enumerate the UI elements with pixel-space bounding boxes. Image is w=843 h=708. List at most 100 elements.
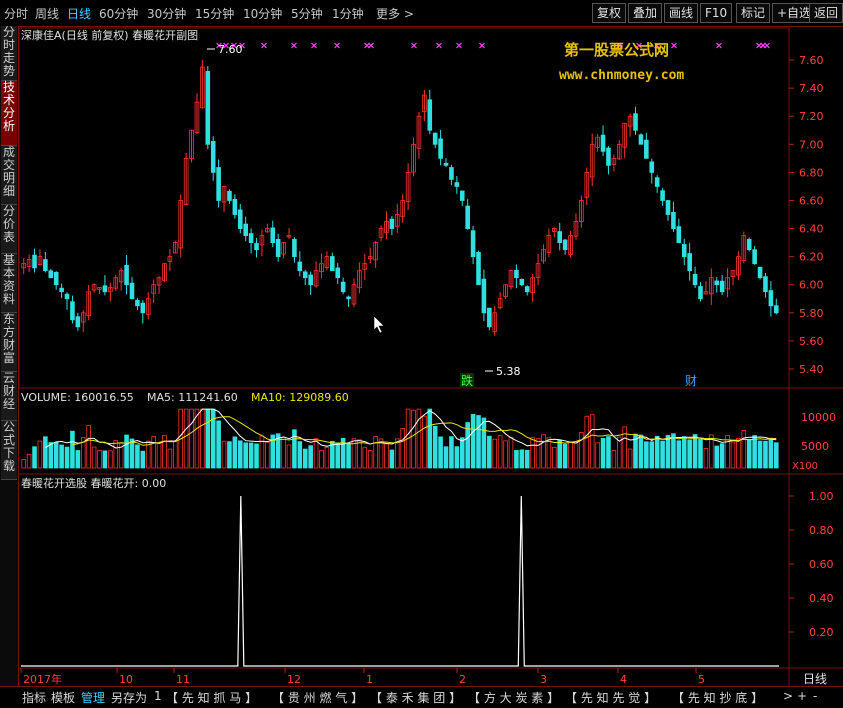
volume-bar	[530, 437, 535, 469]
tab-30min[interactable]: 30分钟	[147, 5, 186, 22]
candle-body	[763, 276, 768, 293]
price-tick-label: 5.60	[799, 335, 824, 348]
volume-bar	[367, 450, 373, 469]
candle-body	[665, 200, 671, 215]
candle-body	[205, 71, 211, 145]
tab-10min[interactable]: 10分钟	[243, 5, 282, 22]
tab-5min[interactable]: 5分钟	[291, 5, 323, 22]
tab-1min[interactable]: 1分钟	[332, 5, 364, 22]
volume-bar	[308, 445, 313, 469]
volume-bar	[227, 441, 232, 469]
sidebar-item-cloud-finance[interactable]: 云财经	[1, 372, 17, 421]
tab-15min[interactable]: 15分钟	[195, 5, 234, 22]
volume-bar	[481, 417, 487, 469]
scroll-right-button[interactable]: >	[783, 689, 793, 703]
volume-bar	[362, 447, 368, 469]
sidebar-item-timeshare[interactable]: 分时走势	[1, 26, 17, 81]
zoom-in-button[interactable]: +	[797, 689, 807, 703]
manage-button[interactable]: 管理	[81, 689, 105, 706]
formula-tab-6[interactable]: 【 先 知 抄 底 】	[672, 689, 763, 706]
ma10-label: MA10: 129089.60	[251, 391, 349, 404]
candle-body	[432, 132, 438, 145]
volume-bar	[568, 441, 573, 469]
volume-bar	[183, 408, 189, 469]
sidebar-item-technical[interactable]: 技术分析	[1, 81, 17, 146]
tab-more[interactable]: 更多 >	[376, 5, 414, 22]
price-tick-label: 6.60	[799, 194, 824, 207]
volume-bar	[205, 408, 211, 469]
volume-bar	[573, 441, 579, 469]
indicator-button[interactable]: 指标	[22, 689, 46, 706]
candle-body	[638, 134, 644, 145]
volume-bar	[189, 408, 194, 469]
volume-bar	[535, 438, 541, 469]
tab-timeshare[interactable]: 分时	[4, 5, 28, 22]
volume-bar	[454, 446, 460, 469]
candle-body	[232, 198, 238, 215]
time-tick-label: 10	[119, 673, 133, 686]
candle-body	[102, 285, 108, 293]
tab-60min[interactable]: 60分钟	[99, 5, 138, 22]
candle-body	[43, 259, 48, 272]
volume-label: VOLUME: 160016.55	[21, 391, 134, 404]
formula-tab-2[interactable]: 【 贵 州 燃 气 】	[272, 689, 363, 706]
volume-bar	[162, 434, 167, 469]
formula-tab-3[interactable]: 【 泰 禾 集 团 】	[370, 689, 461, 706]
candle-body	[70, 301, 75, 321]
candle-body	[714, 280, 720, 286]
chart-canvas[interactable]: 7.60 7.40 7.20 7.00 6.80 6.60 6.40 6.20 6.00 5.80…	[19, 27, 843, 689]
volume-bar	[476, 415, 481, 469]
candle-body	[600, 134, 606, 152]
volume-bar	[427, 408, 433, 469]
volume-bar	[665, 434, 671, 469]
price-tick-label: 5.40	[799, 363, 824, 376]
sidebar-item-trades[interactable]: 成交明细	[1, 146, 17, 205]
sidebar-item-formula-download[interactable]: 公式下载	[1, 421, 17, 480]
volume-bar	[113, 440, 119, 469]
volume-bar	[422, 415, 427, 469]
candle-body	[308, 274, 313, 286]
mark-button[interactable]: 标记	[736, 3, 771, 23]
volume-bar	[64, 446, 70, 469]
time-tick-label: 5	[698, 673, 705, 686]
event-marker-cai[interactable]: 财	[685, 374, 697, 388]
volume-bar	[757, 440, 763, 469]
template-button[interactable]: 模板	[51, 689, 75, 706]
draw-line-button[interactable]: 画线	[664, 3, 699, 23]
save-as-button[interactable]: 另存为	[111, 689, 147, 706]
volume-bar	[37, 440, 43, 469]
tab-daily[interactable]: 日线	[67, 5, 91, 22]
volume-bar	[97, 450, 102, 469]
zoom-out-button[interactable]: -	[813, 689, 817, 703]
event-marker-die[interactable]: 跌	[461, 373, 473, 388]
candle-body	[340, 281, 346, 293]
f10-button[interactable]: F10	[700, 3, 733, 23]
sidebar-item-eastmoney[interactable]: 东方财富	[1, 313, 17, 372]
volume-bar	[622, 426, 627, 469]
formula-toolbar: 指标 模板 管理 另存为 1 【 先 知 抓 马 】 【 贵 州 燃 气 】 【…	[0, 686, 843, 708]
volume-bar	[411, 409, 416, 469]
candle-body	[476, 252, 481, 286]
time-tick-label: 2017年	[23, 672, 62, 686]
price-tick-label: 7.00	[799, 138, 824, 151]
volume-bar	[676, 440, 682, 469]
volume-bar	[497, 435, 503, 469]
indicator-series	[21, 495, 779, 667]
formula-tab-5[interactable]: 【 先 知 先 觉 】	[565, 689, 656, 706]
formula-tab-4[interactable]: 【 方 大 炭 素 】	[468, 689, 559, 706]
candle-body	[243, 223, 248, 236]
back-button[interactable]: 返回	[809, 3, 843, 23]
volume-bar	[443, 446, 449, 469]
tab-weekly[interactable]: 周线	[35, 5, 59, 22]
volume-bar	[384, 443, 389, 469]
overlay-button[interactable]: 叠加	[628, 3, 663, 23]
adjust-button[interactable]: 复权	[592, 3, 627, 23]
candle-body	[649, 161, 655, 173]
candle-body	[59, 287, 64, 293]
formula-tab-1[interactable]: 【 先 知 抓 马 】	[166, 689, 257, 706]
volume-bar	[654, 435, 660, 469]
sidebar-item-price-table[interactable]: 分价表	[1, 205, 17, 254]
volume-bar	[600, 437, 606, 469]
candle-body	[449, 167, 454, 180]
sidebar-item-profile[interactable]: 基本资料	[1, 254, 17, 313]
